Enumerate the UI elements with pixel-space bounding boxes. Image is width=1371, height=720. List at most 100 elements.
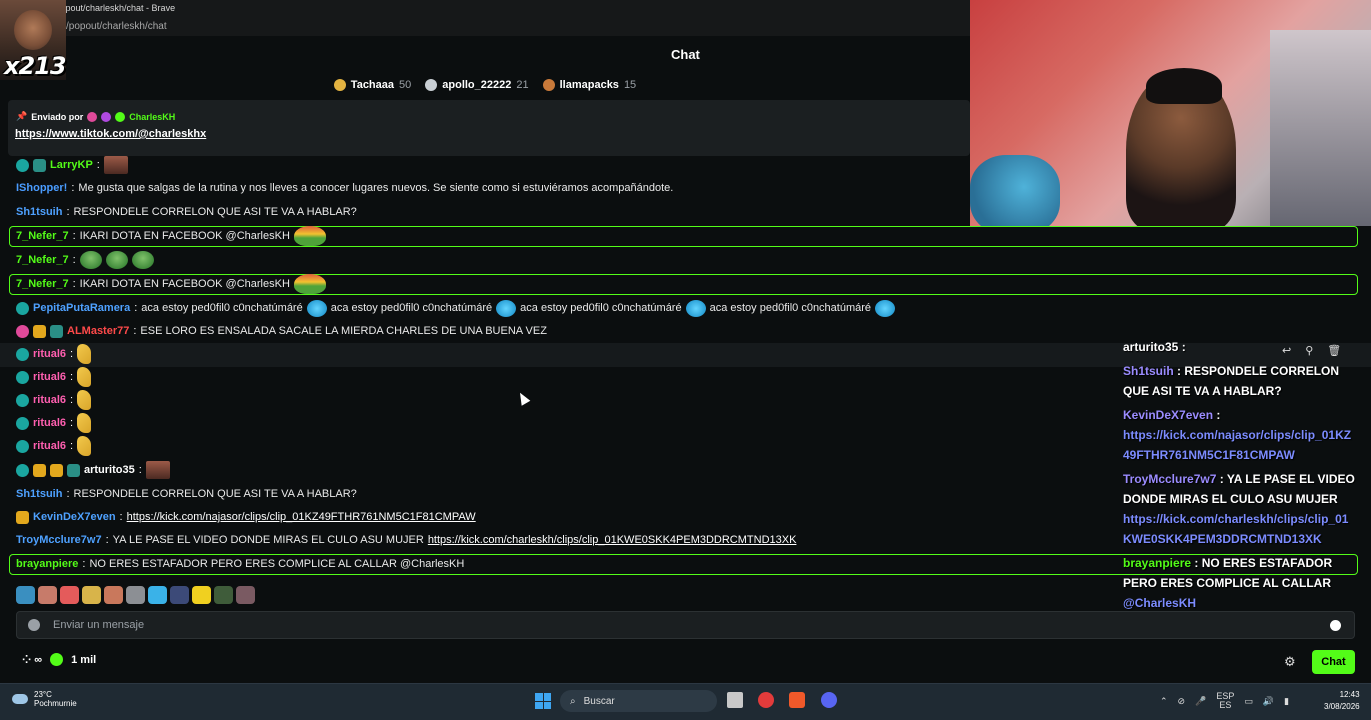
- emote-icon[interactable]: [192, 586, 211, 604]
- url-bar[interactable]: /popout/charleskh/chat: [0, 16, 970, 36]
- settings-gear-icon[interactable]: ⚙: [1284, 654, 1296, 670]
- settings-app-icon[interactable]: [758, 692, 774, 708]
- taskbar-clock[interactable]: 12:43 3/08/2026: [1324, 689, 1360, 713]
- pinned-by-label: Enviado por: [31, 111, 84, 122]
- emote-icon[interactable]: [104, 586, 123, 604]
- message-username[interactable]: Sh1tsuih: [16, 488, 62, 500]
- message-separator: :: [71, 182, 75, 194]
- top-gifters-bar: Tachaaa 50 apollo_22222 21 llamapacks 15: [0, 74, 970, 96]
- chat-message[interactable]: 7_Nefer_7:: [16, 250, 154, 270]
- language-indicator[interactable]: ESP ES: [1216, 692, 1234, 710]
- pinned-by: 📌 Enviado por CharlesKH: [16, 111, 175, 122]
- chat-message[interactable]: ALMaster77: ESE LORO ES ENSALADA SACALE …: [16, 321, 547, 341]
- chat-message[interactable]: 7_Nefer_7: IKARI DOTA EN FACEBOOK @Charl…: [16, 226, 326, 246]
- chat-message[interactable]: ritual6:: [16, 413, 92, 433]
- emote-icon[interactable]: [82, 586, 101, 604]
- message-username[interactable]: PepitaPutaRamera: [33, 302, 130, 314]
- top-gifter[interactable]: apollo_22222 21: [425, 79, 529, 91]
- message-separator: :: [96, 159, 100, 171]
- message-username[interactable]: LarryKP: [50, 159, 93, 171]
- message-input[interactable]: [53, 619, 1330, 631]
- taskbar-search[interactable]: ⌕ Buscar: [560, 690, 717, 712]
- chat-message[interactable]: PepitaPutaRamera: aca estoy ped0fil0 c0n…: [16, 298, 896, 318]
- kick-points-icon[interactable]: ⁘ ∞: [22, 653, 42, 666]
- chat-message[interactable]: Sh1tsuih: RESPONDELE CORRELON QUE ASI TE…: [16, 202, 357, 222]
- message-username[interactable]: KevinDeX7even: [33, 511, 116, 523]
- chat-message[interactable]: brayanpiere: NO ERES ESTAFADOR PERO ERES…: [16, 554, 464, 574]
- message-username[interactable]: brayanpiere: [16, 558, 78, 570]
- message-separator: :: [70, 394, 74, 406]
- message-separator: :: [138, 464, 142, 476]
- message-username[interactable]: Sh1tsuih: [16, 206, 62, 218]
- message-username[interactable]: ritual6: [33, 371, 66, 383]
- chat-message[interactable]: TroyMcclure7w7: YA LE PASE EL VIDEO DOND…: [16, 530, 796, 550]
- gifter-name: apollo_22222: [442, 79, 512, 91]
- message-username[interactable]: ritual6: [33, 348, 66, 360]
- message-username[interactable]: arturito35: [84, 464, 135, 476]
- message-username[interactable]: ritual6: [33, 417, 66, 429]
- chat-message[interactable]: ritual6:: [16, 344, 92, 364]
- emote-icon[interactable]: [60, 586, 79, 604]
- chat-message[interactable]: 7_Nefer_7: IKARI DOTA EN FACEBOOK @Charl…: [16, 274, 326, 294]
- url-text: /popout/charleskh/chat: [66, 20, 167, 32]
- pinned-by-user[interactable]: CharlesKH: [129, 112, 175, 122]
- emote-icon[interactable]: [126, 586, 145, 604]
- chat-message[interactable]: KevinDeX7even: https://kick.com/najasor/…: [16, 507, 476, 527]
- grid-badge-icon: [67, 463, 80, 477]
- network-icon[interactable]: ⊘: [1178, 696, 1186, 707]
- gifter-count: 50: [399, 79, 412, 91]
- temperature: 23°C: [34, 690, 52, 699]
- cloud-icon: [12, 694, 28, 704]
- emote-icon[interactable]: [170, 586, 189, 604]
- chat-message[interactable]: arturito35:: [16, 460, 170, 480]
- chat-message[interactable]: LarryKP:: [16, 155, 128, 175]
- message-link[interactable]: https://kick.com/najasor/clips/clip_01KZ…: [127, 511, 476, 523]
- emoji-picker-icon[interactable]: [1330, 619, 1341, 631]
- discord-icon[interactable]: [821, 692, 837, 708]
- message-username[interactable]: 7_Nefer_7: [16, 254, 69, 266]
- emote-icon[interactable]: [148, 586, 167, 604]
- message-username[interactable]: TroyMcclure7w7: [16, 534, 102, 546]
- monitor-icon[interactable]: ▭: [1244, 696, 1253, 707]
- emote-icon[interactable]: [16, 586, 35, 604]
- webcam-person-hair: [1146, 68, 1222, 104]
- message-username[interactable]: 7_Nefer_7: [16, 278, 69, 290]
- brave-browser-icon[interactable]: [789, 692, 805, 708]
- chevron-up-icon[interactable]: ⌃: [1160, 696, 1168, 707]
- cat-emote-icon: [306, 299, 327, 317]
- emote-icon[interactable]: [236, 586, 255, 604]
- microphone-icon[interactable]: 🎤: [1195, 696, 1206, 707]
- chat-message[interactable]: ritual6:: [16, 367, 92, 387]
- hand-badge-icon: [33, 463, 46, 477]
- gifter-name: llamapacks: [559, 79, 619, 91]
- message-link[interactable]: https://kick.com/charleskh/clips/clip_01…: [428, 534, 797, 546]
- chat-input-box[interactable]: [16, 611, 1355, 639]
- chat-message[interactable]: Sh1tsuih: RESPONDELE CORRELON QUE ASI TE…: [16, 484, 357, 504]
- send-chat-button[interactable]: Chat: [1312, 650, 1355, 674]
- top-gifter[interactable]: llamapacks 15: [542, 79, 636, 91]
- message-separator: :: [105, 534, 109, 546]
- emote-icon[interactable]: [38, 586, 57, 604]
- windows-start-icon[interactable]: [535, 693, 551, 709]
- battery-icon[interactable]: ▮: [1284, 696, 1289, 707]
- chat-message[interactable]: ritual6:: [16, 390, 92, 410]
- frog-emote-icon: [79, 251, 102, 269]
- overlay-chat-line: KWE0SKK4PEM3DDRCMTND13XK: [1123, 532, 1322, 546]
- message-separator: :: [70, 417, 74, 429]
- weather-widget[interactable]: 23°C Pochmurnie: [12, 690, 77, 708]
- message-username[interactable]: ALMaster77: [67, 325, 129, 337]
- file-explorer-icon[interactable]: [727, 692, 743, 708]
- overlay-chat-line: https://kick.com/charleskh/clips/clip_01: [1123, 512, 1348, 526]
- message-username[interactable]: 7_Nefer_7: [16, 230, 69, 242]
- chat-message[interactable]: ritual6:: [16, 436, 92, 456]
- message-username[interactable]: IShopper!: [16, 182, 67, 194]
- chat-message[interactable]: IShopper!: Me gusta que salgas de la rut…: [16, 178, 673, 198]
- message-username[interactable]: ritual6: [33, 394, 66, 406]
- emote-icon[interactable]: [214, 586, 233, 604]
- volume-icon[interactable]: 🔊: [1263, 696, 1274, 707]
- subscriber-badge-icon: [16, 301, 29, 315]
- top-gifter[interactable]: Tachaaa 50: [333, 79, 412, 91]
- pinned-link[interactable]: https://www.tiktok.com/@charleskhx: [15, 128, 206, 140]
- webcam-feed: [970, 0, 1371, 226]
- message-username[interactable]: ritual6: [33, 440, 66, 452]
